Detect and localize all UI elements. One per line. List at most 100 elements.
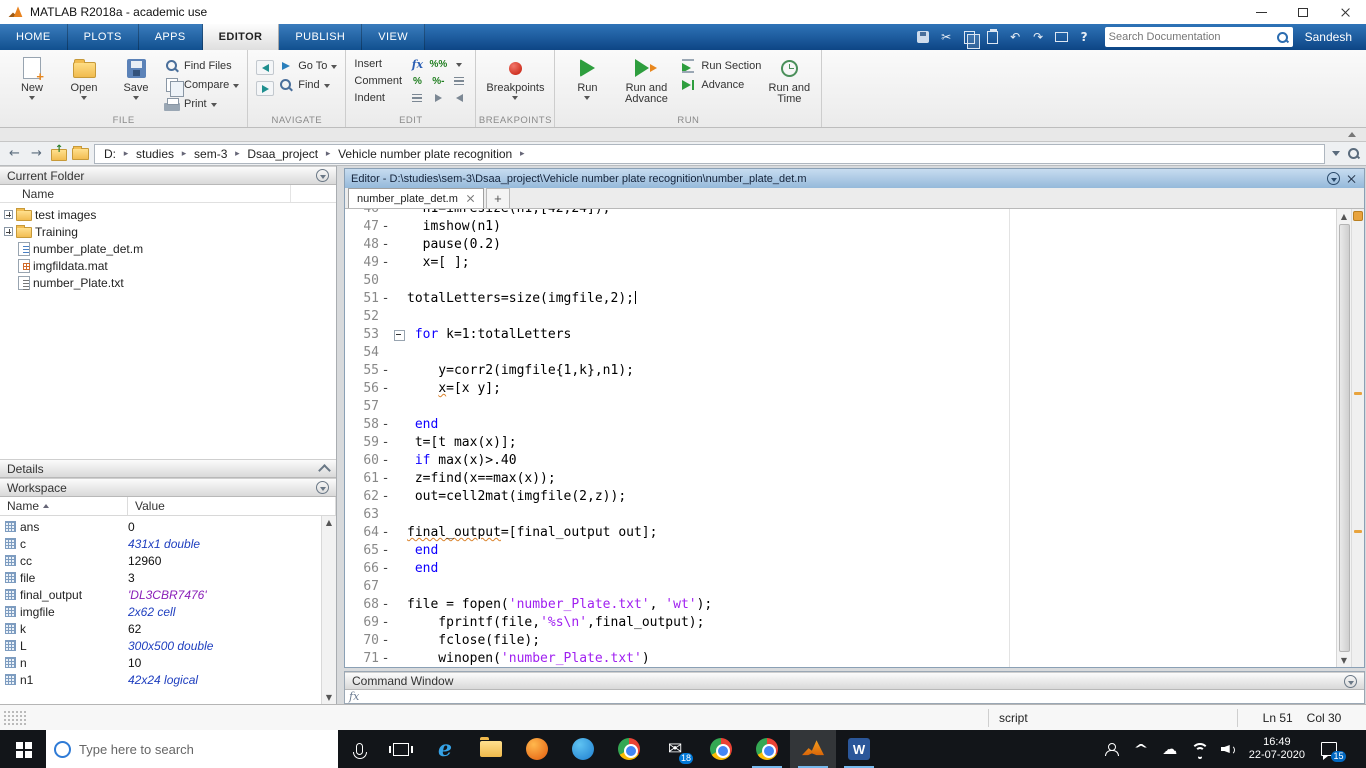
taskbar-app-firefox[interactable] bbox=[514, 730, 560, 768]
code-line[interactable]: 58- end bbox=[345, 416, 1334, 434]
workspace-variable-row[interactable]: L300x500 double bbox=[0, 637, 336, 654]
taskbar-app-edge[interactable] bbox=[422, 730, 468, 768]
compare-button[interactable]: Compare bbox=[164, 78, 239, 92]
workspace-name-column[interactable]: Name bbox=[0, 497, 128, 515]
address-search-icon[interactable] bbox=[1347, 147, 1360, 160]
switch-window-icon[interactable] bbox=[1051, 28, 1072, 47]
ribbon-tab-view[interactable]: VIEW bbox=[362, 24, 425, 50]
code-line[interactable]: 47- imshow(n1) bbox=[345, 218, 1334, 236]
onedrive-button[interactable] bbox=[1162, 741, 1178, 757]
ribbon-tab-publish[interactable]: PUBLISH bbox=[279, 24, 362, 50]
workspace-variable-row[interactable]: k62 bbox=[0, 620, 336, 637]
back-icon[interactable] bbox=[6, 145, 23, 162]
code-line[interactable]: 60- if max(x)>.40 bbox=[345, 452, 1334, 470]
taskbar-search-box[interactable] bbox=[46, 730, 338, 768]
redo-icon[interactable] bbox=[1028, 28, 1049, 47]
code-line[interactable]: 69- fprintf(file,'%s\n',final_output); bbox=[345, 614, 1334, 632]
cut-icon[interactable] bbox=[936, 28, 957, 47]
up-one-level-icon[interactable] bbox=[50, 146, 67, 161]
collapse-ribbon-icon[interactable] bbox=[1348, 132, 1356, 137]
ribbon-tab-plots[interactable]: PLOTS bbox=[68, 24, 139, 50]
code-line[interactable]: 66- end bbox=[345, 560, 1334, 578]
code-line[interactable]: 52 bbox=[345, 308, 1334, 326]
panel-menu-icon[interactable] bbox=[316, 481, 329, 494]
breadcrumb[interactable]: D:studiessem-3Dsaa_projectVehicle number… bbox=[94, 144, 1325, 164]
workspace-variable-row[interactable]: ans0 bbox=[0, 518, 336, 535]
warning-tick-icon[interactable] bbox=[1354, 530, 1362, 533]
name-column-header[interactable]: Name bbox=[0, 185, 336, 203]
resize-grip[interactable] bbox=[3, 710, 27, 726]
breakpoints-button[interactable]: Breakpoints bbox=[484, 53, 546, 100]
code-line[interactable]: 63 bbox=[345, 506, 1334, 524]
code-line[interactable]: 46- n1=imresize(n1,[42,24]); bbox=[345, 209, 1334, 218]
command-window-content[interactable]: fx bbox=[345, 690, 1364, 703]
user-name[interactable]: Sandesh bbox=[1305, 30, 1352, 44]
go-to-button[interactable]: Go To bbox=[278, 59, 337, 73]
editor-title-bar[interactable]: Editor - D:\studies\sem-3\Dsaa_project\V… bbox=[345, 169, 1364, 188]
code-line[interactable]: 65- end bbox=[345, 542, 1334, 560]
insert-menu-button[interactable] bbox=[451, 57, 467, 71]
workspace-variable-row[interactable]: imgfile2x62 cell bbox=[0, 603, 336, 620]
minimize-button[interactable] bbox=[1240, 0, 1282, 24]
workspace-variable-row[interactable]: cc12960 bbox=[0, 552, 336, 569]
find-files-button[interactable]: Find Files bbox=[164, 59, 239, 73]
uncomment-button[interactable]: %- bbox=[430, 74, 446, 88]
find-button[interactable]: Find bbox=[278, 78, 337, 92]
ribbon-tab-home[interactable]: HOME bbox=[0, 24, 68, 50]
new-tab-button[interactable] bbox=[486, 188, 510, 208]
editor-tab[interactable]: number_plate_det.m bbox=[348, 188, 484, 208]
action-center-button[interactable]: 15 bbox=[1318, 739, 1340, 759]
taskbar-search-input[interactable] bbox=[79, 742, 330, 757]
smart-indent-button[interactable] bbox=[409, 91, 425, 105]
workspace-variable-row[interactable]: file3 bbox=[0, 569, 336, 586]
code-line[interactable]: 71- winopen('number_Plate.txt') bbox=[345, 650, 1334, 667]
ribbon-tab-apps[interactable]: APPS bbox=[139, 24, 203, 50]
workspace-variable-row[interactable]: n10 bbox=[0, 654, 336, 671]
close-tab-icon[interactable] bbox=[466, 194, 475, 203]
editor-close-icon[interactable] bbox=[1346, 173, 1358, 185]
breadcrumb-segment[interactable]: Dsaa_project bbox=[244, 147, 321, 161]
code-line[interactable]: 50 bbox=[345, 272, 1334, 290]
copy-icon[interactable] bbox=[959, 28, 980, 47]
search-documentation-input[interactable] bbox=[1109, 31, 1276, 43]
expand-toggle-icon[interactable] bbox=[4, 227, 13, 236]
code-line[interactable]: 67 bbox=[345, 578, 1334, 596]
workspace-variable-row[interactable]: final_output'DL3CBR7476' bbox=[0, 586, 336, 603]
paste-icon[interactable] bbox=[982, 28, 1003, 47]
ribbon-tab-editor[interactable]: EDITOR bbox=[203, 24, 280, 50]
microphone-button[interactable] bbox=[338, 730, 380, 768]
path-dropdown-icon[interactable] bbox=[1332, 151, 1340, 156]
taskbar-app-word[interactable] bbox=[836, 730, 882, 768]
browse-folder-icon[interactable] bbox=[72, 148, 89, 160]
code-line[interactable]: 68-file = fopen('number_Plate.txt', 'wt'… bbox=[345, 596, 1334, 614]
comment-button[interactable]: % bbox=[409, 74, 425, 88]
workspace-scrollbar[interactable]: ▲ ▼ bbox=[321, 516, 336, 704]
save-icon[interactable] bbox=[913, 28, 934, 47]
volume-button[interactable] bbox=[1220, 741, 1236, 757]
breadcrumb-segment[interactable]: studies bbox=[133, 147, 177, 161]
code-line[interactable]: 62- out=cell2mat(imgfile(2,z)); bbox=[345, 488, 1334, 506]
panel-menu-icon[interactable] bbox=[316, 169, 329, 182]
navigate-back-button[interactable] bbox=[256, 60, 274, 75]
details-header[interactable]: Details bbox=[0, 459, 336, 478]
taskbar-app-matlab[interactable] bbox=[790, 730, 836, 768]
network-button[interactable] bbox=[1191, 741, 1207, 757]
expand-toggle-icon[interactable] bbox=[4, 210, 13, 219]
start-button[interactable] bbox=[0, 730, 46, 768]
forward-icon[interactable] bbox=[28, 145, 45, 162]
file-item[interactable]: test images bbox=[0, 206, 336, 223]
insert-fx-button[interactable]: fx bbox=[409, 57, 425, 71]
workspace-header[interactable]: Workspace bbox=[0, 478, 336, 497]
taskbar-app-chrome-active[interactable] bbox=[744, 730, 790, 768]
new-button[interactable]: New bbox=[8, 53, 56, 100]
navigate-forward-button[interactable] bbox=[256, 81, 274, 96]
taskbar-app-mail[interactable]: 18 bbox=[652, 730, 698, 768]
workspace-column-headers[interactable]: Name Value bbox=[0, 497, 336, 516]
task-view-button[interactable] bbox=[380, 730, 422, 768]
show-hidden-icons-button[interactable] bbox=[1133, 741, 1149, 757]
save-button[interactable]: Save bbox=[112, 53, 160, 100]
workspace-variable-row[interactable]: n142x24 logical bbox=[0, 671, 336, 688]
insert-section-button[interactable]: %% bbox=[430, 57, 446, 71]
open-button[interactable]: Open bbox=[60, 53, 108, 100]
code-line[interactable]: 59- t=[t max(x)]; bbox=[345, 434, 1334, 452]
